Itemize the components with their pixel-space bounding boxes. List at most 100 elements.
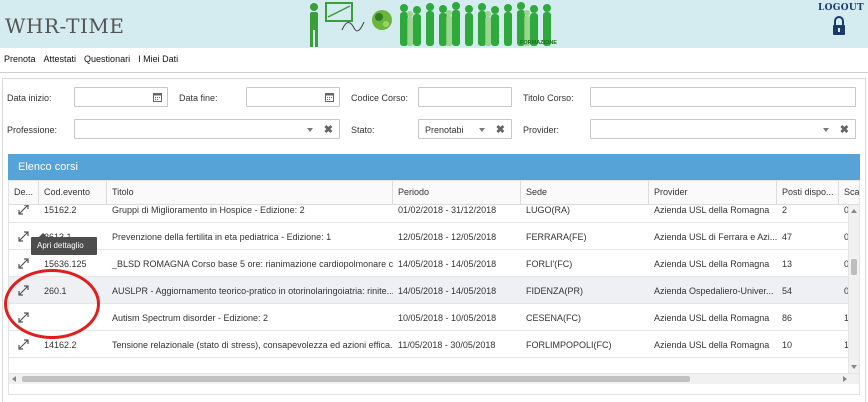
expand-icon[interactable] bbox=[18, 339, 29, 350]
vertical-scroll-thumb[interactable] bbox=[851, 259, 857, 275]
col-cod-evento[interactable]: Cod.evento bbox=[39, 181, 107, 205]
professione-label: Professione: bbox=[7, 125, 58, 135]
cell-provider: Azienda USL della Romagna bbox=[654, 313, 770, 323]
cell-titolo: Gruppi di Miglioramento in Hospice - Edi… bbox=[112, 205, 305, 215]
cell-posti: 10 bbox=[782, 340, 793, 350]
logout-button[interactable]: LOGOUT bbox=[818, 3, 865, 36]
tooltip-apri-dettaglio: Apri dettaglio bbox=[31, 233, 97, 255]
cell-periodo: 11/05/2018 - 30/05/2018 bbox=[398, 340, 496, 350]
titolo-corso-input[interactable] bbox=[590, 87, 856, 107]
table-row[interactable]: 15162.2 Gruppi di Miglioramento in Hospi… bbox=[9, 205, 849, 223]
chevron-down-icon[interactable] bbox=[307, 128, 313, 132]
horizontal-scrollbar[interactable] bbox=[9, 373, 859, 384]
cell-posti: 86 bbox=[782, 313, 793, 323]
data-inizio-field[interactable] bbox=[74, 87, 168, 107]
cell-titolo: _BLSD ROMAGNA Corso base 5 ore: rianimaz… bbox=[112, 259, 393, 269]
col-posti[interactable]: Posti dispo... bbox=[777, 181, 839, 205]
expand-icon[interactable] bbox=[18, 205, 29, 215]
calendar-icon[interactable] bbox=[325, 92, 334, 102]
course-list-title: Elenco corsi bbox=[8, 154, 860, 180]
codice-corso-input[interactable] bbox=[418, 87, 512, 107]
cell-periodo: 14/05/2018 - 14/05/2018 bbox=[398, 259, 497, 269]
chevron-down-icon[interactable] bbox=[479, 128, 485, 132]
cell-periodo: 01/02/2018 - 31/12/2018 bbox=[398, 205, 497, 215]
nav-miei-dati[interactable]: I Miei Dati bbox=[137, 54, 179, 64]
logout-label: LOGOUT bbox=[818, 3, 865, 13]
cell-provider: Azienda Ospedaliero-Univer... bbox=[654, 286, 774, 296]
annotation-circle bbox=[4, 269, 100, 339]
table-row[interactable]: Autism Spectrum disorder - Edizione: 2 1… bbox=[9, 304, 849, 331]
cell-sede: FERRARA(FE) bbox=[526, 232, 587, 242]
padlock-icon bbox=[833, 16, 845, 35]
scroll-right-icon[interactable] bbox=[843, 376, 847, 382]
cell-sede: FORLIMPOPOLI(FC) bbox=[526, 340, 612, 350]
scroll-up-icon[interactable] bbox=[851, 209, 857, 213]
table-row[interactable]: 260.1 AUSLPR - Aggiornamento teorico-pra… bbox=[9, 277, 849, 304]
cell-posti: 54 bbox=[782, 286, 793, 296]
expand-icon[interactable] bbox=[18, 258, 29, 269]
cell-titolo: Prevenzione della fertilita in eta pedia… bbox=[112, 232, 332, 242]
cell-titolo: Tensione relazionale (stato di stress), … bbox=[112, 340, 393, 350]
vertical-scrollbar[interactable] bbox=[848, 205, 859, 373]
scroll-left-icon[interactable] bbox=[12, 376, 16, 382]
provider-label: Provider: bbox=[523, 125, 560, 135]
cell-titolo: AUSLPR - Aggiornamento teorico-pratico i… bbox=[112, 286, 393, 296]
clear-icon[interactable]: ✖ bbox=[840, 123, 849, 136]
cell-provider: Azienda USL della Romagna bbox=[654, 340, 770, 350]
provider-select[interactable]: ✖ bbox=[590, 119, 856, 139]
nav-prenota[interactable]: Prenota bbox=[3, 54, 37, 64]
cell-sede: FORLI'(FC) bbox=[526, 259, 573, 269]
cell-provider: Azienda USL di Ferrara e Azi... bbox=[654, 232, 777, 242]
clear-icon[interactable]: ✖ bbox=[324, 123, 333, 136]
col-periodo[interactable]: Periodo bbox=[393, 181, 521, 205]
table-row[interactable]: 2613.1 Prevenzione della fertilita in et… bbox=[9, 223, 849, 250]
cell-periodo: 12/05/2018 - 12/05/2018 bbox=[398, 232, 497, 242]
cell-periodo: 10/05/2018 - 10/05/2018 bbox=[398, 313, 497, 323]
cell-posti: 2 bbox=[782, 205, 788, 215]
scroll-down-icon[interactable] bbox=[851, 365, 857, 369]
nav-attestati[interactable]: Attestati bbox=[43, 54, 78, 64]
cell-provider: Azienda USL della Romagna bbox=[654, 205, 770, 215]
app-logo: WHR-TIME bbox=[5, 14, 125, 38]
courses-panel: Data inizio: Data fine: Codice Corso: Ti… bbox=[2, 78, 866, 402]
horizontal-scroll-thumb[interactable] bbox=[22, 376, 690, 382]
col-provider[interactable]: Provider bbox=[649, 181, 777, 205]
data-fine-label: Data fine: bbox=[179, 93, 218, 103]
cell-sede: CESENA(FC) bbox=[526, 313, 582, 323]
expand-icon[interactable] bbox=[18, 231, 29, 242]
col-scadenza[interactable]: Sca bbox=[839, 181, 859, 205]
table-row[interactable]: 15636.125 _BLSD ROMAGNA Corso base 5 ore… bbox=[9, 250, 849, 277]
cell-posti: 13 bbox=[782, 259, 793, 269]
app-header: WHR-TIME FORMAZIONE LOGOUT bbox=[0, 0, 868, 48]
data-fine-field[interactable] bbox=[246, 87, 340, 107]
stato-value: Prenotabi bbox=[425, 125, 464, 135]
top-nav: Prenota Attestati Questionari I Miei Dat… bbox=[0, 50, 182, 68]
clear-icon[interactable]: ✖ bbox=[496, 123, 505, 136]
col-titolo[interactable]: Titolo bbox=[107, 181, 393, 205]
formazione-banner: FORMAZIONE bbox=[310, 2, 557, 47]
grid-header: De... Cod.evento Titolo Periodo Sede Pro… bbox=[9, 181, 859, 205]
cell-sede: LUGO(RA) bbox=[526, 205, 571, 215]
codice-corso-label: Codice Corso: bbox=[351, 93, 409, 103]
data-inizio-label: Data inizio: bbox=[7, 93, 52, 103]
nav-questionari[interactable]: Questionari bbox=[83, 54, 131, 64]
col-sede[interactable]: Sede bbox=[521, 181, 649, 205]
col-dettaglio[interactable]: De... bbox=[9, 181, 39, 205]
chevron-down-icon[interactable] bbox=[823, 128, 829, 132]
stato-label: Stato: bbox=[351, 125, 375, 135]
grid-rows: 15162.2 Gruppi di Miglioramento in Hospi… bbox=[9, 205, 849, 373]
professione-select[interactable]: ✖ bbox=[74, 119, 340, 139]
table-row[interactable]: 14162.2 Tensione relazionale (stato di s… bbox=[9, 331, 849, 358]
titolo-corso-label: Titolo Corso: bbox=[523, 93, 574, 103]
stato-select[interactable]: Prenotabi ✖ bbox=[418, 119, 512, 139]
calendar-icon[interactable] bbox=[153, 92, 162, 102]
cell-cod: 15162.2 bbox=[44, 205, 77, 215]
cell-provider: Azienda USL della Romagna bbox=[654, 259, 770, 269]
cell-sede: FIDENZA(PR) bbox=[526, 286, 583, 296]
banner-label: FORMAZIONE bbox=[520, 40, 557, 46]
nav-divider bbox=[0, 72, 868, 73]
cell-posti: 47 bbox=[782, 232, 793, 242]
course-grid: De... Cod.evento Titolo Periodo Sede Pro… bbox=[8, 180, 860, 395]
cell-periodo: 14/05/2018 - 14/05/2018 bbox=[398, 286, 497, 296]
cell-titolo: Autism Spectrum disorder - Edizione: 2 bbox=[112, 313, 269, 323]
